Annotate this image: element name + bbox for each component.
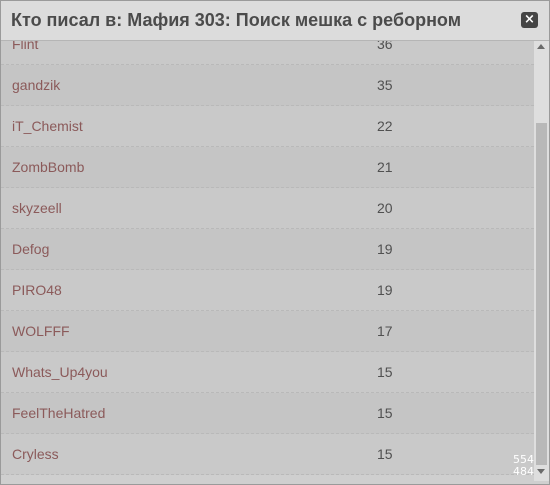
- poster-row: iT_Chemist 22: [1, 106, 534, 147]
- post-count: 21: [377, 159, 393, 175]
- poster-name-link[interactable]: PIRO48: [12, 282, 62, 298]
- post-count: 36: [377, 41, 393, 52]
- size-readout-height: 484: [513, 465, 534, 478]
- poster-row: FeelTheHatred 15: [1, 393, 534, 434]
- scroll-up-arrow-icon[interactable]: [537, 44, 545, 49]
- poster-name-link[interactable]: Flint: [12, 41, 38, 52]
- poster-name-link[interactable]: FeelTheHatred: [12, 405, 105, 421]
- poster-name-link[interactable]: skyzeell: [12, 200, 62, 216]
- dialog-title: Кто писал в: Мафия 303: Поиск мешка с ре…: [11, 10, 462, 30]
- poster-name-link[interactable]: iT_Chemist: [12, 118, 83, 134]
- post-count: 15: [377, 364, 393, 380]
- poster-rows: Flint 36 gandzik 35 iT_Chemist 22 ZombBomb 21 sk…: [1, 41, 534, 475]
- poster-row: PIRO48 19: [1, 270, 534, 311]
- close-icon[interactable]: ×: [521, 12, 538, 28]
- post-count: 19: [377, 282, 393, 298]
- poster-name-link[interactable]: Whats_Up4you: [12, 364, 108, 380]
- post-count: 19: [377, 241, 393, 257]
- post-count: 20: [377, 200, 393, 216]
- post-count: 15: [377, 405, 393, 421]
- poster-row: skyzeell 20: [1, 188, 534, 229]
- poster-row: Defog 19: [1, 229, 534, 270]
- poster-name-link[interactable]: Defog: [12, 241, 49, 257]
- poster-name-link[interactable]: Cryless: [12, 446, 59, 462]
- poster-name-link[interactable]: ZombBomb: [12, 159, 84, 175]
- scrollbar-thumb[interactable]: [536, 123, 547, 465]
- post-count: 22: [377, 118, 393, 134]
- who-posted-dialog: Кто писал в: Мафия 303: Поиск мешка с ре…: [0, 0, 550, 485]
- dialog-titlebar: Кто писал в: Мафия 303: Поиск мешка с ре…: [1, 1, 549, 41]
- poster-name-link[interactable]: gandzik: [12, 77, 60, 93]
- poster-row: WOLFFF 17: [1, 311, 534, 352]
- scroll-down-arrow-icon[interactable]: [537, 469, 545, 474]
- window-size-readout: 554 484: [510, 454, 534, 478]
- list-scrollbar[interactable]: [534, 41, 549, 481]
- post-count: 15: [377, 446, 393, 462]
- poster-row: ZombBomb 21: [1, 147, 534, 188]
- poster-name-link[interactable]: WOLFFF: [12, 323, 70, 339]
- post-count: 17: [377, 323, 393, 339]
- post-count: 35: [377, 77, 393, 93]
- poster-row: Whats_Up4you 15: [1, 352, 534, 393]
- poster-row: gandzik 35: [1, 65, 534, 106]
- poster-list: Flint 36 gandzik 35 iT_Chemist 22 ZombBomb 21 sk…: [1, 41, 534, 481]
- poster-row: Cryless 15: [1, 434, 534, 475]
- poster-row: Flint 36: [1, 41, 534, 65]
